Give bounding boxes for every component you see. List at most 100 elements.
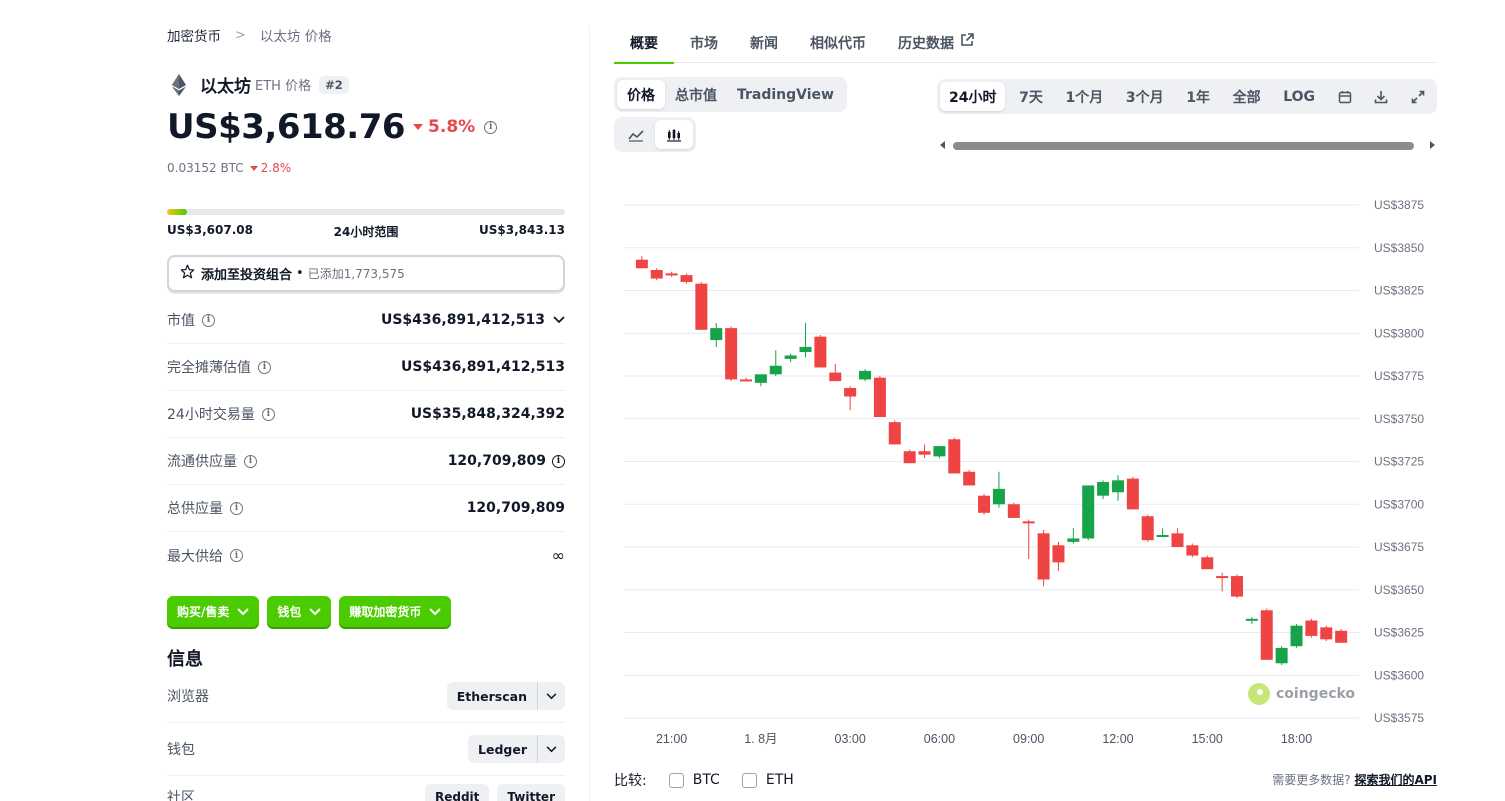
- compare-btc-checkbox[interactable]: [668, 772, 684, 788]
- btc-change-value: 2.8%: [260, 161, 292, 175]
- community-label: 社区: [167, 790, 195, 801]
- external-link-icon: [960, 33, 974, 51]
- range-3m[interactable]: 3个月: [1117, 82, 1173, 111]
- info-icon[interactable]: i: [230, 549, 243, 562]
- breadcrumb-current: 以太坊 价格: [259, 29, 332, 45]
- reddit-button[interactable]: Reddit: [424, 784, 490, 801]
- candle-up: [1275, 647, 1288, 664]
- y-tick-label: US$3700: [1374, 497, 1424, 511]
- explore-api-link[interactable]: 探索我们的API: [1354, 773, 1437, 787]
- stat-label: 市值: [167, 313, 195, 329]
- candle-down: [873, 377, 886, 418]
- candle-down: [725, 328, 738, 380]
- btc-price-line: 0.03152 BTC 2.8%: [167, 161, 291, 175]
- chart-type-price[interactable]: 价格: [617, 80, 665, 109]
- price-line: US$3,618.76 5.8% i: [167, 107, 498, 147]
- earn-crypto-button[interactable]: 赚取加密货币: [339, 596, 452, 627]
- btc-change: 2.8%: [249, 161, 292, 175]
- tab-overview[interactable]: 概要: [614, 25, 674, 64]
- stat-value: US$35,848,324,392: [410, 406, 565, 422]
- range-24h-fill: [167, 209, 187, 215]
- explorer-select: Etherscan: [446, 682, 565, 710]
- chart-type-tradingview[interactable]: TradingView: [727, 80, 844, 109]
- stat-label: 最大供给: [167, 548, 223, 565]
- range-all[interactable]: 全部: [1224, 82, 1270, 111]
- candle-down: [1007, 504, 1020, 518]
- candle-down: [1260, 610, 1273, 660]
- explorer-link[interactable]: Etherscan: [447, 682, 537, 710]
- info-icon[interactable]: i: [484, 120, 498, 134]
- candle-down: [814, 336, 827, 368]
- chevron-down-icon[interactable]: [537, 735, 565, 763]
- candlestick-chart-icon[interactable]: [655, 120, 693, 149]
- log-scale-toggle[interactable]: LOG: [1274, 82, 1324, 111]
- scroll-left-icon[interactable]: [940, 141, 945, 149]
- price-candlestick-chart[interactable]: US$3875 US$3850 US$3825 US$3800 US$3775 US$37…: [614, 190, 1437, 755]
- scrollbar-thumb[interactable]: [953, 142, 1414, 150]
- coin-header: 以太坊 ETH 价格 #2: [167, 72, 349, 97]
- range-24h[interactable]: 24小时: [940, 82, 1006, 111]
- explorer-label: 浏览器: [167, 689, 209, 705]
- coin-summary-panel: 加密货币 > 以太坊 价格 以太坊 ETH 价格 #2 US$3,618.76 …: [167, 0, 565, 801]
- candle-down: [948, 439, 961, 474]
- info-icon[interactable]: i: [244, 454, 257, 468]
- x-tick-label: 18:00: [1281, 732, 1312, 746]
- tab-markets[interactable]: 市场: [674, 25, 734, 63]
- x-tick-label: 03:00: [835, 732, 866, 746]
- x-tick-label: 15:00: [1192, 732, 1223, 746]
- chart-scrollbar[interactable]: [940, 139, 1435, 151]
- portfolio-dot: •: [296, 266, 304, 281]
- range-1m[interactable]: 1个月: [1056, 82, 1112, 111]
- fullscreen-icon[interactable]: [1402, 82, 1434, 111]
- stat-label: 24小时交易量: [167, 407, 255, 423]
- download-icon[interactable]: [1365, 82, 1397, 111]
- info-icon[interactable]: i: [552, 454, 565, 468]
- range-24h-labels: US$3,607.08 24小时范围 US$3,843.13: [167, 223, 565, 240]
- tab-historical-data[interactable]: 历史数据: [882, 25, 990, 63]
- twitter-button[interactable]: Twitter: [497, 784, 565, 801]
- portfolio-label: 添加至投资组合: [201, 268, 293, 283]
- buy-sell-button[interactable]: 购买/售卖: [167, 596, 260, 627]
- wallet-button[interactable]: 钱包: [267, 596, 332, 627]
- candle-up: [784, 355, 797, 359]
- candle-down: [963, 471, 976, 486]
- candle-down: [665, 273, 678, 276]
- tab-news[interactable]: 新闻: [734, 25, 794, 63]
- scroll-right-icon[interactable]: [1430, 141, 1435, 149]
- calendar-icon[interactable]: [1329, 82, 1361, 111]
- chart-type-market-cap[interactable]: 总市值: [665, 80, 727, 109]
- info-icon[interactable]: i: [230, 501, 243, 515]
- info-icon[interactable]: i: [261, 407, 275, 421]
- info-icon[interactable]: i: [202, 313, 215, 327]
- range-24h-bar: [167, 209, 565, 215]
- stat-row-fdv: 完全摊薄估值 i US$436,891,412,513: [167, 344, 565, 391]
- range-7d[interactable]: 7天: [1010, 82, 1052, 111]
- tab-historical-label: 历史数据: [898, 36, 954, 52]
- breadcrumb-root[interactable]: 加密货币: [167, 25, 221, 45]
- wallet-label: 钱包: [277, 605, 302, 619]
- tab-similar-coins[interactable]: 相似代币: [794, 25, 882, 63]
- coingecko-watermark: coingecko: [1248, 683, 1355, 705]
- candle-up: [992, 488, 1005, 505]
- coingecko-logo-icon: [1248, 683, 1270, 705]
- wallet-link[interactable]: Ledger: [468, 735, 537, 763]
- compare-eth-checkbox[interactable]: [741, 772, 757, 788]
- y-tick-label: US$3725: [1374, 455, 1424, 469]
- chevron-down-icon[interactable]: [537, 682, 565, 710]
- add-to-portfolio-button[interactable]: 添加至投资组合 • 已添加1,773,575: [167, 255, 565, 292]
- line-chart-icon[interactable]: [617, 120, 655, 149]
- x-tick-label: 12:00: [1102, 732, 1133, 746]
- stat-label: 完全摊薄估值: [167, 360, 251, 376]
- stat-row-circulating-supply: 流通供应量 i 120,709,809 i: [167, 438, 565, 485]
- range-1y[interactable]: 1年: [1177, 82, 1219, 111]
- info-icon[interactable]: i: [258, 360, 271, 374]
- candle-down: [888, 422, 901, 445]
- stat-label: 流通供应量: [167, 454, 237, 470]
- chevron-down-icon[interactable]: [553, 312, 565, 328]
- candle-up: [933, 446, 946, 457]
- stat-value: ∞: [551, 546, 565, 565]
- candle-down: [1141, 516, 1154, 541]
- candle-down: [1126, 478, 1139, 510]
- price-change-value: 5.8%: [428, 117, 476, 137]
- candle-down: [903, 451, 916, 464]
